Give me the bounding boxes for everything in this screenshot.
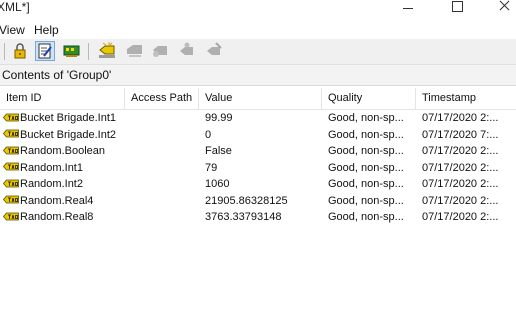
access-path-cell bbox=[131, 193, 197, 209]
item-id-cell: Random.Int2 bbox=[3, 176, 123, 192]
item-id-text: Random.Int1 bbox=[20, 161, 83, 174]
access-path-cell bbox=[131, 127, 197, 143]
value-cell: False bbox=[205, 145, 232, 157]
toolbar-separator bbox=[4, 43, 5, 60]
network-card-button[interactable] bbox=[62, 41, 82, 61]
quality-cell: Good, non-sp... bbox=[328, 128, 404, 141]
menu-bar: View Help bbox=[0, 21, 516, 39]
edit-document-button[interactable] bbox=[35, 41, 55, 61]
write-button[interactable] bbox=[151, 41, 171, 61]
quality-cell: Good, non-sp... bbox=[328, 145, 404, 157]
item-id-text: Bucket Brigade.Int1 bbox=[20, 112, 117, 124]
write-icon bbox=[153, 46, 167, 57]
list-header: Item ID Access Path Value Quality Timest… bbox=[0, 88, 516, 110]
tag-icon bbox=[3, 162, 19, 171]
title-bar: XML*] bbox=[0, 0, 516, 20]
timestamp-cell: 07/17/2020 7:... bbox=[422, 128, 499, 141]
group-contents-title: Contents of 'Group0' bbox=[2, 68, 112, 82]
value-cell: 3763.33793148 bbox=[205, 211, 282, 223]
column-header-value[interactable]: Value bbox=[199, 88, 322, 109]
item-id-cell: Random.Real8 bbox=[3, 209, 123, 225]
item-id-cell: Random.Boolean bbox=[3, 143, 123, 159]
access-path-cell bbox=[131, 110, 197, 126]
read-button[interactable] bbox=[125, 41, 145, 61]
item-id-text: Random.Boolean bbox=[20, 145, 106, 157]
timestamp-cell: 07/17/2020 2:... bbox=[422, 112, 499, 124]
table-row[interactable]: Random.Real4 21905.86328125 Good, non-sp..… bbox=[0, 193, 516, 210]
table-row[interactable]: Random.Int1 79 Good, non-sp... 07/17/2020 2… bbox=[0, 160, 516, 177]
item-id-text: Random.Real8 bbox=[20, 211, 94, 223]
window-title: XML*] bbox=[0, 0, 30, 14]
table-row[interactable]: Bucket Brigade.Int2 0 Good, non-sp... 07/17… bbox=[0, 127, 516, 144]
column-header-quality[interactable]: Quality bbox=[322, 88, 416, 109]
table-row[interactable]: Random.Real8 3763.33793148 Good, non-sp...… bbox=[0, 209, 516, 226]
quality-cell: Good, non-sp... bbox=[328, 161, 404, 174]
item-id-cell: Random.Int1 bbox=[3, 160, 123, 176]
access-path-cell bbox=[131, 143, 197, 159]
access-path-cell bbox=[131, 209, 197, 225]
close-button[interactable] bbox=[481, 0, 516, 16]
table-row[interactable]: Random.Int2 1060 Good, non-sp... 07/17/2020… bbox=[0, 176, 516, 193]
quality-cell: Good, non-sp... bbox=[328, 178, 404, 190]
item-id-text: Random.Int2 bbox=[20, 178, 83, 190]
quality-cell: Good, non-sp... bbox=[328, 112, 404, 124]
item-id-text: Random.Real4 bbox=[20, 194, 94, 207]
minimize-button[interactable] bbox=[386, 0, 432, 16]
menu-help[interactable]: Help bbox=[34, 23, 59, 37]
add-tag-button[interactable] bbox=[97, 41, 117, 61]
tag-icon bbox=[3, 129, 19, 138]
item-id-cell: Bucket Brigade.Int1 bbox=[3, 110, 123, 126]
column-header-timestamp[interactable]: Timestamp bbox=[416, 88, 516, 109]
edit-document-icon bbox=[38, 43, 52, 59]
quality-cell: Good, non-sp... bbox=[328, 211, 404, 223]
quality-cell: Good, non-sp... bbox=[328, 194, 404, 207]
async-write-button[interactable] bbox=[204, 41, 224, 61]
app-window: XML*] View Help Contents of 'Group0' Ite… bbox=[0, 0, 516, 321]
timestamp-cell: 07/17/2020 2:... bbox=[422, 211, 499, 223]
async-write-icon bbox=[207, 42, 222, 55]
toolbar bbox=[0, 39, 516, 64]
timestamp-cell: 07/17/2020 2:... bbox=[422, 161, 499, 174]
items-list-view[interactable]: Item ID Access Path Value Quality Timest… bbox=[0, 88, 516, 321]
read-icon bbox=[127, 45, 142, 57]
tag-icon bbox=[3, 195, 19, 204]
access-path-cell bbox=[131, 176, 197, 192]
maximize-button[interactable] bbox=[434, 0, 480, 16]
value-cell: 1060 bbox=[205, 178, 230, 190]
item-id-text: Bucket Brigade.Int2 bbox=[20, 128, 117, 141]
add-tag-icon bbox=[99, 42, 115, 58]
timestamp-cell: 07/17/2020 2:... bbox=[422, 178, 499, 190]
value-cell: 0 bbox=[205, 128, 212, 141]
refresh-icon bbox=[180, 42, 193, 55]
toolbar-separator bbox=[88, 43, 89, 60]
lock-button[interactable] bbox=[10, 41, 30, 61]
value-cell: 99.99 bbox=[205, 112, 233, 124]
refresh-button[interactable] bbox=[177, 41, 197, 61]
menu-view[interactable]: View bbox=[0, 23, 25, 37]
lock-icon bbox=[14, 43, 26, 59]
table-row[interactable]: Bucket Brigade.Int1 99.99 Good, non-sp... 0… bbox=[0, 110, 516, 127]
tag-icon bbox=[3, 179, 19, 187]
value-cell: 79 bbox=[205, 161, 218, 174]
tag-icon bbox=[3, 113, 19, 121]
item-id-cell: Random.Real4 bbox=[3, 193, 123, 209]
network-card-icon bbox=[63, 45, 80, 57]
tag-icon bbox=[3, 212, 19, 220]
tag-icon bbox=[3, 146, 19, 154]
timestamp-cell: 07/17/2020 2:... bbox=[422, 145, 499, 157]
timestamp-cell: 07/17/2020 2:... bbox=[422, 194, 499, 207]
item-id-cell: Bucket Brigade.Int2 bbox=[3, 127, 123, 143]
column-header-item-id[interactable]: Item ID bbox=[0, 88, 125, 109]
table-row[interactable]: Random.Boolean False Good, non-sp... 07/17/… bbox=[0, 143, 516, 160]
value-cell: 21905.86328125 bbox=[205, 194, 288, 207]
group-contents-header: Contents of 'Group0' bbox=[0, 64, 516, 86]
column-header-access-path[interactable]: Access Path bbox=[125, 88, 199, 109]
access-path-cell bbox=[131, 160, 197, 176]
